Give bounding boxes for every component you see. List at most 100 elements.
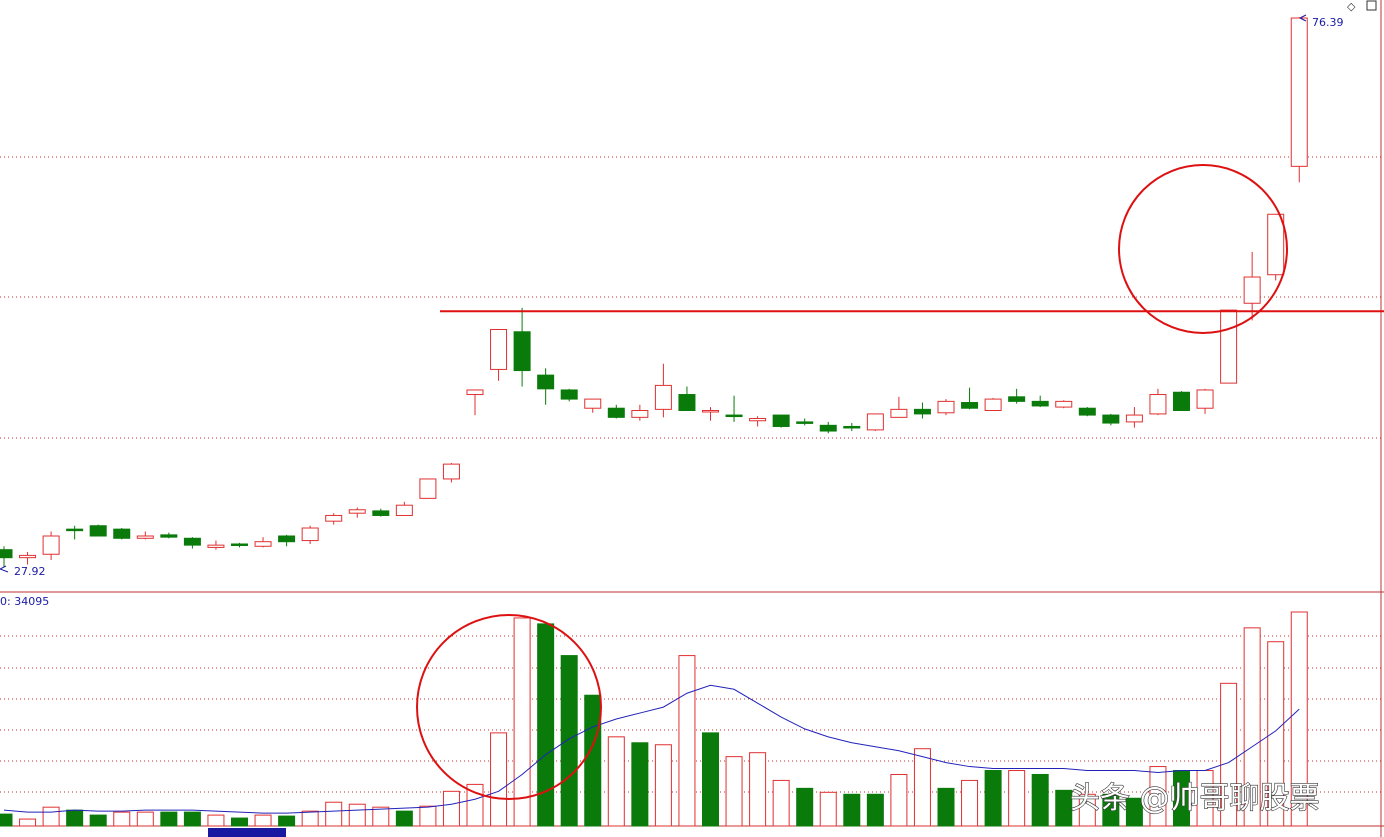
candle-body [254,541,272,547]
candle-body [372,510,390,516]
candle-body [1267,213,1285,276]
candle-body [66,528,84,532]
candle-body [607,407,625,418]
volume-bar [183,811,201,827]
volume-bar [348,803,366,827]
candle-body [19,554,37,559]
candle-body [890,408,908,418]
candle-body [796,421,814,424]
candle-body [1173,391,1190,412]
volume-bar [442,790,460,827]
window-box-icon[interactable] [1366,0,1377,11]
candle-body [1055,400,1073,408]
volume-bar [0,813,13,827]
volume-bar [749,752,767,827]
scroll-thumb [208,828,286,837]
candle-body [702,410,719,413]
volume-bar [537,623,555,827]
volume-bar [702,732,719,827]
volume-bar [843,793,861,827]
candle-body [207,544,225,548]
volume-bar [1008,770,1026,827]
candle-body [1220,309,1238,384]
candle-body [490,328,508,370]
candle-body [42,535,60,555]
volume-bar [231,817,248,827]
candle-body [749,417,767,422]
volume-readout: 0: 34095 [0,595,49,608]
candle-body [1125,414,1143,423]
candle-body [819,424,837,432]
low-price-label: 27.92 [14,565,46,578]
high-price-label: 76.39 [1312,16,1344,29]
candle-body [325,514,343,522]
volume-bar [866,793,884,827]
price-pane [0,17,1308,567]
candle-body [843,425,861,429]
candle-body [537,374,555,390]
candle-body [183,537,201,546]
volume-bar [961,779,979,827]
diamond-icon[interactable]: ◇ [1347,0,1356,13]
candle-body [395,504,413,516]
candle-body [1243,276,1261,304]
volume-bar [395,810,413,827]
volume-bar [207,814,225,827]
volume-bar [42,806,60,827]
candle-body [1196,389,1214,409]
volume-bar [301,810,319,827]
volume-bar [254,814,272,827]
candle-body [937,400,955,414]
volume-bar [325,801,343,827]
candle-body [513,331,531,372]
candle-body [278,535,296,543]
candle-body [1102,414,1120,424]
candle-body [1149,394,1167,415]
candle-body [113,528,131,539]
stock-chart: 27.92 76.39 0: 34095 头条 @帅哥聊股票 ◇ [0,0,1384,837]
volume-bar [607,736,625,827]
candle-body [1031,400,1049,407]
volume-bar [278,815,296,827]
candle-body [560,389,578,400]
volume-bar [19,818,37,827]
volume-bar [490,732,508,827]
candle-body [584,398,602,409]
candle-body [654,384,672,410]
candle-body [1290,17,1308,167]
volume-bar [66,809,84,827]
candle-body [961,402,979,409]
volume-bar [89,814,107,827]
volume-bar [678,655,696,827]
candle-body [301,527,319,542]
breakout-circle [1118,164,1288,334]
volume-bar [160,811,178,827]
volume-bar [654,744,672,827]
volume-bar [937,787,955,827]
volume-bar [136,811,154,827]
candle-body [348,509,366,514]
candle-body [725,414,743,418]
candle-body [0,549,13,559]
volume-bar [560,655,578,827]
volume-bar [419,805,437,827]
volume-bar [513,617,531,827]
volume-bar [772,779,790,827]
candle-body [866,413,884,431]
candle-body [1008,396,1026,402]
volume-bar [372,806,390,827]
candle-body [984,398,1002,412]
volume-bar [890,773,908,827]
volume-bar [984,770,1002,827]
candle-body [678,394,696,412]
volume-bar [819,791,837,827]
volume-bar [113,811,131,827]
volume-bar [913,748,931,827]
watermark-text: 头条 @帅哥聊股票 [1070,781,1320,816]
candle-body [442,463,460,480]
candle-body [419,478,437,499]
volume-bar [796,787,814,827]
candle-body [631,410,649,418]
low-arrow-icon [0,565,9,573]
candle-body [1078,407,1096,416]
